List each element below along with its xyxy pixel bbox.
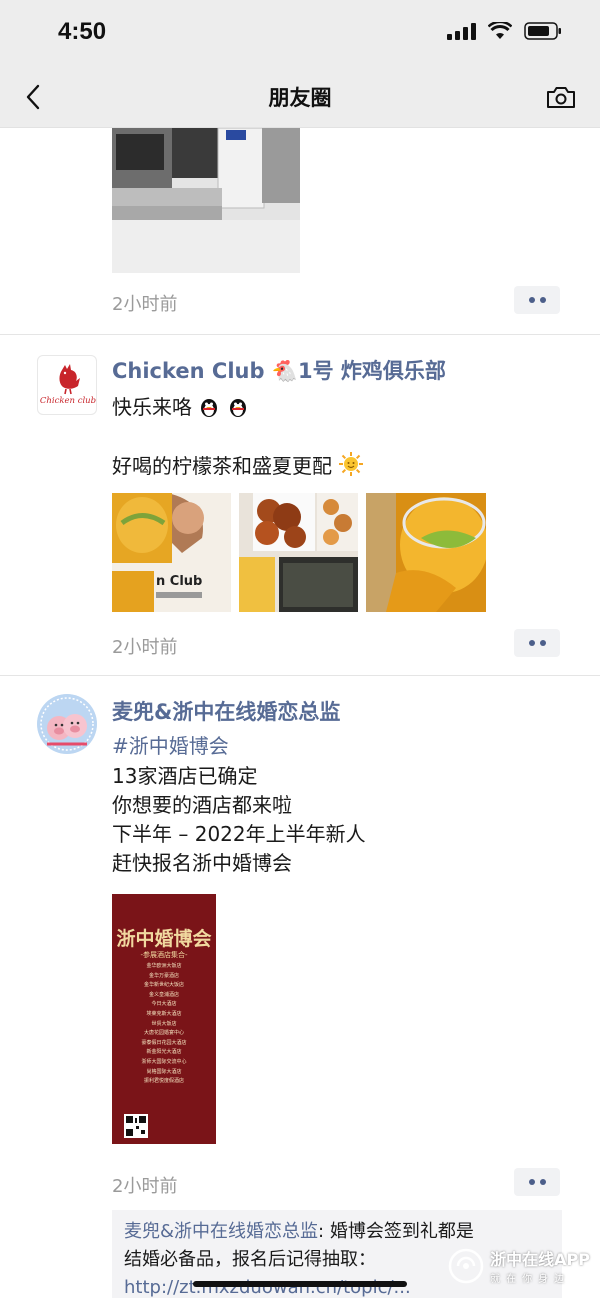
chicken-club-logo: Chicken club (40, 364, 96, 406)
status-bar: 4:50 (0, 0, 600, 66)
camera-button[interactable] (544, 80, 578, 114)
watermark-title: 浙中在线APP (490, 1250, 590, 1269)
avatar[interactable] (37, 694, 97, 754)
moment-post: 麦兜&浙中在线婚恋总监 #浙中婚博会 13家酒店已确定 你想要的酒店都来啦 下半… (0, 676, 600, 1298)
poster-hotel-item: 埃莱克斯大酒店 (146, 1010, 182, 1017)
watermark-subtitle: 就在你身边 (490, 1274, 571, 1285)
zhezhong-logo-icon (448, 1248, 484, 1283)
poster-hotel-item: 豪泰假日花园大酒店 (141, 1039, 187, 1046)
penguin-emoji-icon (198, 396, 220, 426)
post-photo-lemon-drink[interactable] (366, 493, 486, 612)
post-author-name[interactable]: 麦兜&浙中在线婚恋总监 (112, 696, 340, 726)
pig-couple-avatar-graphic (37, 694, 97, 754)
poster-hotel-item: 世贸大饭店 (151, 1020, 177, 1027)
page-title: 朋友圈 (268, 86, 332, 110)
poster-hotel-item: 新金阳光大酒店 (146, 1049, 182, 1056)
sun-emoji-icon (338, 451, 364, 485)
post-text-line: 赶快报名浙中婚博会 (112, 851, 292, 875)
post-photo-lemon-tea[interactable]: n Club (112, 493, 231, 612)
avatar[interactable]: Chicken club (37, 355, 97, 415)
post-photo-kitchen[interactable] (112, 128, 300, 273)
moment-post: Chicken club Chicken Club 🐔1号 炸鸡俱乐部 快乐来咯… (0, 335, 600, 675)
status-time: 4:50 (58, 18, 107, 45)
post-more-button[interactable] (514, 286, 560, 314)
post-photo-poster[interactable]: 浙中婚博会 -参展酒店集合- 金华欧洲大饭店 金华万豪酒店 金华新世纪大饭店 金义皇浦… (112, 894, 216, 1144)
post-time-row: 2小时前 (0, 623, 600, 667)
poster-hotel-item: 尚格国际大酒店 (146, 1068, 182, 1075)
post-photo-fried-chicken[interactable] (239, 493, 358, 612)
comment-text: : 婚博会签到礼都是 (318, 1221, 474, 1242)
poster-hotel-item: 金义皇浦酒店 (148, 991, 179, 998)
post-text-line: 好喝的柠檬茶和盛夏更配 (112, 451, 364, 485)
post-more-button[interactable] (514, 1168, 560, 1196)
comment-author[interactable]: 麦兜&浙中在线婚恋总监 (124, 1221, 318, 1242)
post-author-name[interactable]: Chicken Club 🐔1号 炸鸡俱乐部 (112, 355, 446, 385)
home-indicator (193, 1281, 407, 1287)
lemon-drink-photo-graphic (366, 493, 486, 612)
kitchen-photo-graphic (112, 128, 300, 273)
app-watermark: 浙中在线APP 就在你身边 (448, 1246, 590, 1285)
post-text-line: 13家酒店已确定 (112, 764, 258, 788)
poster-hotel-item: 大唐花园婚宴中心 (143, 1030, 184, 1037)
poster-hotel-item: 金华新世纪大饭店 (143, 982, 184, 989)
moment-post: 2小时前 (0, 128, 600, 334)
post-text-line: 下半年 – 2022年上半年新人 (112, 822, 366, 846)
fried-chicken-photo-graphic (239, 493, 358, 612)
poster-hotel-item: 振利君悦度假酒店 (143, 1078, 184, 1085)
nav-bar: 朋友圈 (0, 66, 600, 128)
poster-hotel-item: 浙师大国际交流中心 (141, 1058, 187, 1065)
camera-icon (547, 87, 575, 108)
poster-hotel-item: 金华万豪酒店 (148, 972, 179, 979)
cellular-signal-icon (447, 22, 476, 40)
post-time: 2小时前 (112, 1176, 178, 1197)
post-topic-hashtag[interactable]: #浙中婚博会 (112, 732, 229, 761)
poster-hotel-item: 今日大酒店 (151, 1001, 177, 1008)
svg-text:n Club: n Club (156, 574, 202, 589)
post-time-row: 2小时前 (0, 1162, 600, 1206)
post-time-row: 2小时前 (0, 280, 600, 324)
post-text-line: 你想要的酒店都来啦 (112, 793, 292, 817)
post-time: 2小时前 (112, 637, 178, 658)
post-text-line: 快乐来咯 (112, 393, 249, 426)
battery-icon (524, 22, 561, 40)
moments-feed[interactable]: 2小时前 Chicken club Chicken Club 🐔1号 炸鸡俱乐部… (0, 128, 600, 1298)
penguin-emoji-icon (227, 396, 249, 426)
post-time: 2小时前 (112, 294, 178, 315)
poster-hotel-list: 金华欧洲大饭店 金华万豪酒店 金华新世纪大饭店 金义皇浦酒店 今日大酒店埃莱克斯大酒店世… (112, 962, 216, 1087)
poster-title: 浙中婚博会 (116, 928, 212, 950)
poster-subtitle: -参展酒店集合- (140, 951, 188, 959)
lemon-tea-photo-graphic: n Club (112, 493, 231, 612)
svg-text:Chicken club: Chicken club (40, 396, 96, 406)
qr-code-icon (124, 1114, 148, 1138)
post-more-button[interactable] (514, 629, 560, 657)
wifi-icon (488, 22, 512, 39)
poster-hotel-item: 金华欧洲大饭店 (146, 963, 182, 969)
status-icons (447, 22, 562, 40)
